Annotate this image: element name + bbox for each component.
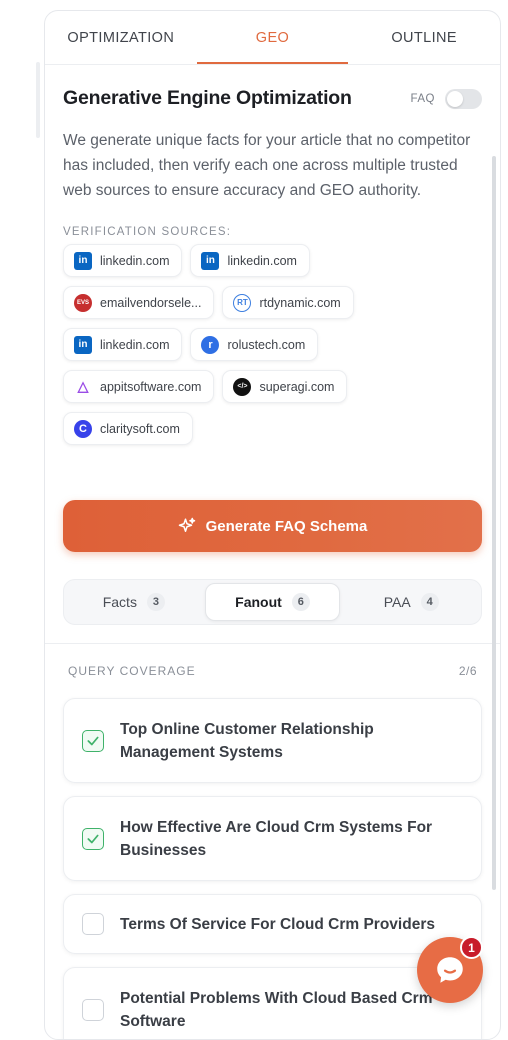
geo-panel: OPTIMIZATION GEO OUTLINE Generative Engi… — [44, 10, 501, 1040]
rolustech-icon: r — [201, 335, 220, 354]
scrollbar[interactable] — [492, 156, 496, 890]
query-text: Terms Of Service For Cloud Crm Providers — [120, 915, 435, 933]
description: We generate unique facts for your articl… — [63, 132, 471, 199]
sparkle-icon — [178, 517, 195, 532]
segment-label: PAA — [383, 594, 411, 610]
superagi-icon: </> — [233, 377, 252, 396]
checkbox-checked[interactable] — [82, 827, 104, 850]
divider — [45, 643, 500, 644]
query-item[interactable]: Top Online Customer Relationship Managem… — [63, 698, 482, 783]
coverage-header: QUERY COVERAGE 2/6 — [63, 664, 482, 678]
source-chip[interactable]: in linkedin.com — [63, 244, 183, 277]
source-label: superagi.com — [259, 379, 335, 394]
checkbox[interactable] — [82, 913, 104, 935]
tab-geo[interactable]: GEO — [196, 11, 349, 64]
linkedin-icon: in — [74, 251, 92, 270]
segmented-control: Facts 3 Fanout 6 PAA 4 — [63, 579, 482, 625]
appitsoftware-icon: △ — [77, 378, 89, 394]
segment-fanout[interactable]: Fanout 6 — [204, 583, 341, 621]
source-chip[interactable]: in linkedin.com — [190, 244, 310, 277]
source-label: appitsoftware.com — [100, 379, 202, 394]
count-badge: 4 — [420, 593, 439, 611]
page-title: Generative Engine Optimization — [63, 87, 352, 109]
query-text: How Effective Are Cloud Crm Systems For … — [120, 818, 433, 859]
source-chip[interactable]: in linkedin.com — [63, 328, 183, 361]
query-list: Top Online Customer Relationship Managem… — [63, 698, 482, 1039]
source-label: rtdynamic.com — [259, 295, 341, 310]
source-chip[interactable]: RT rtdynamic.com — [222, 286, 354, 319]
claritysoft-icon: C — [74, 419, 92, 438]
faq-toggle[interactable] — [445, 88, 482, 109]
query-item[interactable]: How Effective Are Cloud Crm Systems For … — [63, 796, 482, 881]
coverage-title: QUERY COVERAGE — [68, 664, 196, 678]
left-scroll-indicator — [36, 62, 40, 138]
faq-toggle-group: FAQ — [410, 88, 482, 109]
generate-faq-schema-button[interactable]: Generate FAQ Schema — [63, 500, 482, 552]
coverage-count: 2/6 — [458, 664, 477, 678]
segment-label: Facts — [102, 594, 137, 610]
source-label: emailvendorsele... — [100, 295, 202, 310]
notification-badge: 1 — [460, 936, 483, 959]
sources-list: in linkedin.com in linkedin.com EVS emailve… — [63, 244, 423, 445]
geo-content: Generative Engine Optimization FAQ We ge… — [45, 87, 500, 1039]
linkedin-icon: in — [74, 335, 92, 354]
tab-optimization[interactable]: OPTIMIZATION — [45, 11, 197, 64]
rtdynamic-icon: RT — [233, 293, 252, 312]
checkbox[interactable] — [82, 998, 104, 1021]
segment-paa[interactable]: PAA 4 — [344, 583, 478, 621]
source-label: linkedin.com — [227, 253, 297, 268]
source-chip[interactable]: EVS emailvendorsele... — [63, 286, 215, 319]
tab-bar: OPTIMIZATION GEO OUTLINE — [45, 11, 500, 65]
sources-title: VERIFICATION SOURCES: — [63, 226, 232, 238]
check-icon — [87, 736, 99, 745]
source-label: linkedin.com — [100, 253, 170, 268]
generate-button-label: Generate FAQ Schema — [205, 517, 368, 535]
source-chip[interactable]: Cclaritysoft.com — [63, 412, 193, 445]
chat-bubble-icon — [437, 957, 463, 983]
query-text: Top Online Customer Relationship Managem… — [120, 720, 374, 761]
query-text: Potential Problems With Cloud Based Crm … — [120, 989, 433, 1030]
source-label: rolustech.com — [227, 337, 306, 352]
count-badge: 6 — [291, 593, 310, 611]
checkbox-checked[interactable] — [82, 729, 104, 752]
segment-facts[interactable]: Facts 3 — [67, 583, 201, 621]
source-label: linkedin.com — [100, 337, 170, 352]
linkedin-icon: in — [201, 251, 220, 270]
source-label: claritysoft.com — [100, 421, 180, 436]
header-row: Generative Engine Optimization FAQ — [63, 87, 482, 110]
source-chip[interactable]: </> superagi.com — [222, 370, 348, 403]
segment-label: Fanout — [235, 594, 282, 610]
source-chip[interactable]: △ appitsoftware.com — [63, 370, 215, 403]
check-icon — [87, 834, 99, 843]
tab-outline[interactable]: OUTLINE — [348, 11, 500, 64]
query-item[interactable]: Terms Of Service For Cloud Crm Providers — [63, 894, 482, 954]
source-chip[interactable]: r rolustech.com — [190, 328, 319, 361]
emailvendorselection-icon: EVS — [74, 293, 92, 312]
count-badge: 3 — [146, 593, 165, 611]
toggle-knob — [447, 90, 463, 107]
faq-label: FAQ — [410, 92, 435, 105]
